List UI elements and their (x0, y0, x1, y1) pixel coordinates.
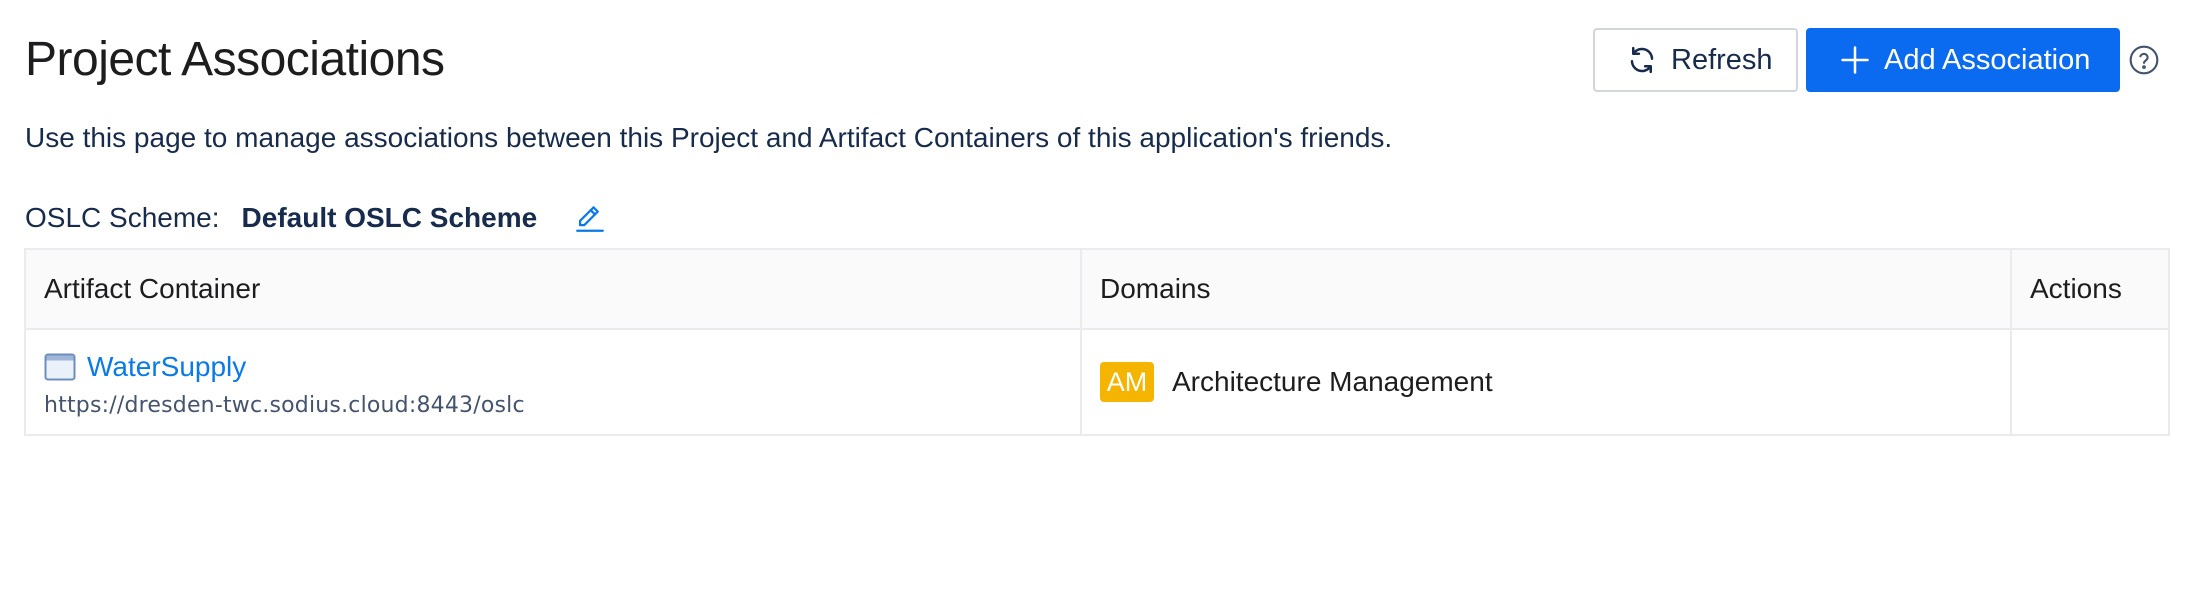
oslc-scheme-row: OSLC Scheme: Default OSLC Scheme (25, 198, 607, 238)
column-header-actions: Actions (2030, 273, 2122, 304)
plus-icon (1838, 43, 1872, 77)
associations-table: Artifact Container Domains Actions Water… (24, 248, 2170, 436)
refresh-icon (1625, 43, 1659, 77)
container-name-line: WaterSupply (44, 347, 1080, 387)
domain-badge: AM (1100, 362, 1154, 402)
refresh-button-label: Refresh (1671, 43, 1773, 76)
container-url: https://dresden-twc.sodius.cloud:8443/os… (44, 392, 525, 418)
domain-cell: AM Architecture Management (1082, 330, 2012, 434)
refresh-button[interactable]: Refresh (1593, 28, 1798, 92)
domain-name: Architecture Management (1172, 366, 1493, 397)
pencil-icon[interactable] (573, 201, 607, 235)
table-row: WaterSupply https://dresden-twc.sodius.c… (26, 330, 2168, 434)
window-icon (44, 353, 76, 381)
help-circle-icon[interactable] (2128, 44, 2160, 76)
column-header-domains: Domains (1082, 250, 2012, 328)
artifact-container-cell: WaterSupply https://dresden-twc.sodius.c… (26, 330, 1082, 434)
column-header-artifact-container: Artifact Container (26, 250, 1082, 328)
container-link[interactable]: WaterSupply (87, 351, 246, 383)
table-header: Artifact Container Domains Actions (26, 250, 2168, 330)
oslc-scheme-value: Default OSLC Scheme (241, 202, 538, 233)
add-association-button-label: Add Association (1884, 43, 2091, 76)
oslc-scheme-label: OSLC Scheme: (25, 202, 220, 233)
add-association-button[interactable]: Add Association (1806, 28, 2120, 92)
page-description: Use this page to manage associations bet… (25, 122, 1393, 153)
toolbar: Refresh Add Association (0, 28, 2202, 92)
actions-cell (2012, 330, 2168, 434)
